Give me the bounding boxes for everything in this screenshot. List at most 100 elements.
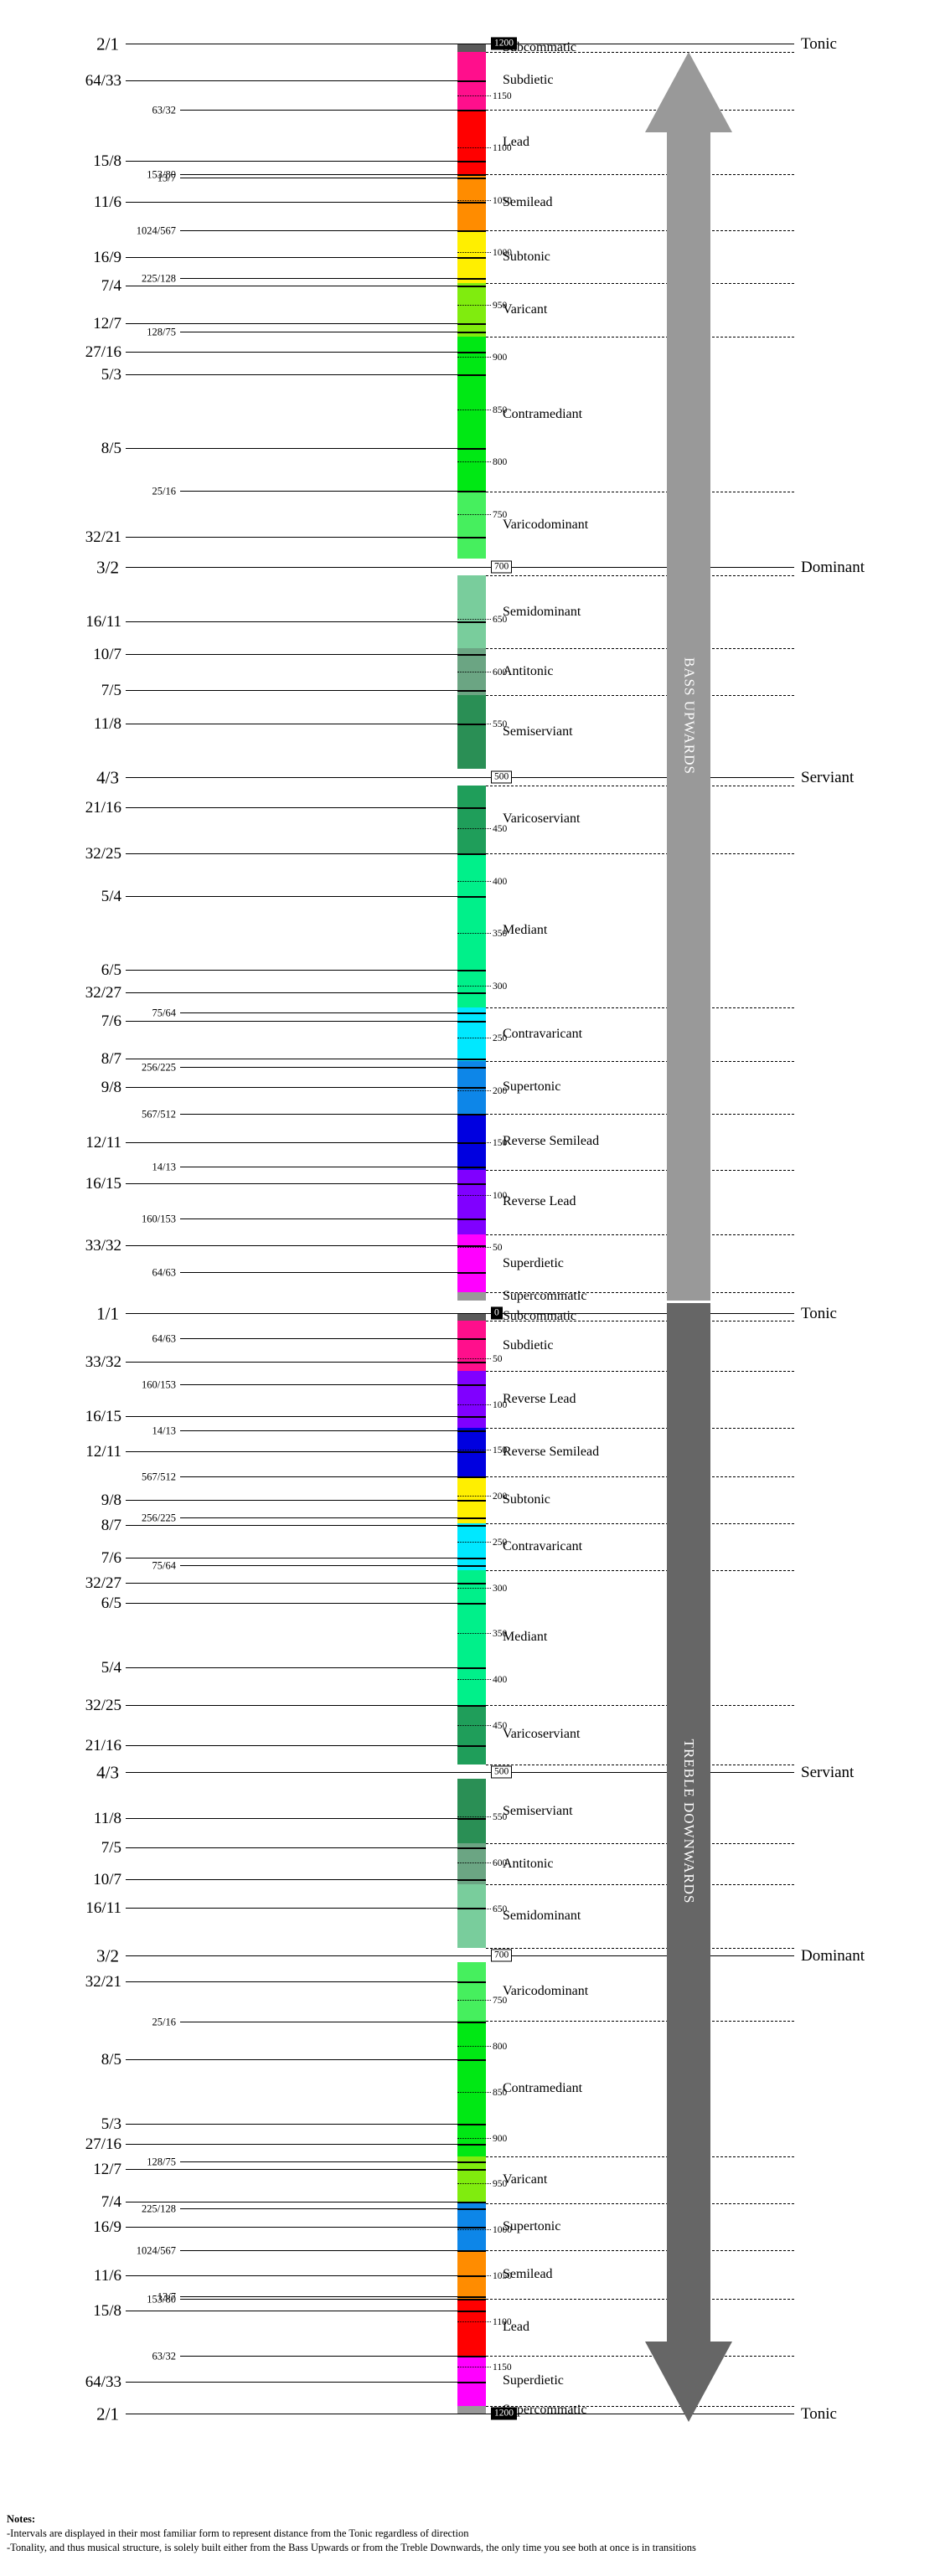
colorbar-segment	[457, 1370, 486, 1428]
cents-tick-label: 550	[493, 1812, 508, 1823]
ratio-leader: 64/33	[85, 72, 457, 90]
arrow-label: BASS UPWARDS	[681, 657, 697, 775]
ratio-label: 8/7	[101, 1050, 121, 1069]
cents-tick-label: 50	[493, 1243, 503, 1254]
cents-tick-label: 800	[493, 2042, 508, 2052]
anchor-name: Tonic	[801, 35, 837, 53]
bar-tick	[457, 1878, 486, 1881]
degree-name: Superdietic	[503, 1255, 564, 1270]
ratio-leader: 5/3	[101, 366, 457, 384]
cents-tick-dots	[457, 2321, 491, 2322]
ratio-leader: 16/9	[93, 249, 457, 266]
ratio-label: 5/4	[101, 1658, 121, 1677]
ratio-label: 12/7	[93, 314, 121, 332]
cents-tick-label: 750	[493, 509, 508, 520]
bar-tick	[457, 351, 486, 353]
cents-tick-label: 1050	[493, 2270, 512, 2281]
bar-tick	[457, 1981, 486, 1984]
segment-divider	[486, 2356, 794, 2357]
ratio-leader: 27/16	[85, 2136, 457, 2153]
ratio-label: 15/8	[93, 152, 121, 171]
segment-divider	[486, 109, 794, 111]
ratio-leader: 16/15	[85, 1175, 457, 1193]
ratio-label: 16/9	[93, 249, 121, 267]
ratio-label: 5/3	[101, 366, 121, 384]
cents-marker-label: 0	[491, 1306, 503, 1320]
bar-tick	[457, 992, 486, 995]
cents-tick-label: 1000	[493, 2225, 512, 2235]
ratio-leader: 33/32	[85, 1353, 457, 1371]
bar-tick	[457, 1847, 486, 1850]
ratio-label: 8/5	[101, 2051, 121, 2069]
ratio-label: 5/3	[101, 2115, 121, 2133]
cents-tick-dots	[457, 357, 491, 358]
cents-tick-label: 800	[493, 457, 508, 468]
anchor-ratio: 2/1	[96, 33, 119, 54]
ratio-leader: 12/11	[85, 1134, 457, 1151]
colorbar-segment	[457, 1962, 486, 2022]
notes-line-1: -Intervals are displayed in their most f…	[7, 2527, 469, 2539]
colorbar-segment	[457, 1569, 486, 1705]
ratio-leader: 75/64	[152, 1007, 457, 1019]
cents-tick-dots	[457, 1541, 491, 1543]
colorbar-segment	[457, 1779, 486, 1843]
bar-tick	[457, 2168, 486, 2171]
ratio-leader: 6/5	[101, 961, 457, 979]
anchor-ratio: 4/3	[96, 767, 119, 788]
cents-marker-label: 500	[491, 770, 513, 784]
segment-divider	[486, 575, 794, 577]
cents-tick-label: 300	[493, 981, 508, 992]
bar-tick	[457, 491, 486, 493]
cents-tick-dots	[457, 147, 491, 149]
bar-tick	[457, 1218, 486, 1221]
cents-tick-label: 400	[493, 876, 508, 887]
colorbar-segment	[457, 575, 486, 648]
ratio-label: 256/225	[142, 1061, 176, 1074]
cents-tick-dots	[457, 199, 491, 201]
ratio-label: 6/5	[101, 961, 121, 979]
ratio-label: 75/64	[152, 1559, 176, 1572]
ratio-label: 6/5	[101, 1595, 121, 1613]
ratio-label: 128/75	[147, 326, 176, 338]
ratio-label: 32/25	[85, 1696, 121, 1714]
degree-name: Semidominant	[503, 604, 581, 619]
ratio-leader: 5/4	[101, 888, 457, 905]
ratio-label: 16/11	[85, 1899, 121, 1917]
cents-tick-dots	[457, 1247, 491, 1249]
ratio-leader: 16/11	[85, 1899, 457, 1917]
colorbar-segment	[457, 1169, 486, 1235]
segment-divider	[486, 1234, 794, 1236]
cents-tick-label: 1100	[493, 2316, 512, 2327]
ratio-leader: 33/32	[85, 1237, 457, 1255]
anchor-name: Tonic	[801, 1305, 837, 1322]
cents-marker-label: 500	[491, 1765, 513, 1779]
ratio-leader: 11/8	[94, 1810, 457, 1827]
colorbar-segment	[457, 109, 486, 175]
colorbar-segment	[457, 492, 486, 559]
ratio-leader: 7/5	[101, 682, 457, 699]
ratio-label: 32/21	[85, 1973, 121, 1991]
degree-name: Subdietic	[503, 73, 554, 88]
ratio-label: 11/8	[93, 714, 121, 733]
bar-tick	[457, 2144, 486, 2146]
ratio-leader: 7/6	[101, 1012, 457, 1030]
ratio-label: 8/5	[101, 439, 121, 457]
direction-arrow-treble-downwards: TREBLE DOWNWARDS	[645, 1303, 732, 2422]
ratio-label: 64/63	[152, 1266, 176, 1279]
bar-tick	[457, 1558, 486, 1560]
segment-divider	[486, 647, 794, 649]
segment-divider	[486, 1704, 794, 1706]
degree-name: Subcommatic	[503, 1309, 576, 1324]
ratio-leader: 25/16	[152, 486, 457, 497]
ratio-leader: 14/13	[152, 1425, 457, 1437]
ratio-label: 128/75	[147, 2156, 176, 2168]
cents-tick-label: 750	[493, 1996, 508, 2007]
bar-tick	[457, 229, 486, 232]
ratio-label: 63/32	[152, 2350, 176, 2362]
notes-heading: Notes:	[7, 2513, 36, 2525]
cents-tick-label: 450	[493, 824, 508, 835]
cents-tick-dots	[457, 933, 491, 935]
bar-tick	[457, 2311, 486, 2313]
ratio-leader: 27/16	[85, 343, 457, 361]
cents-tick-dots	[457, 2091, 491, 2093]
